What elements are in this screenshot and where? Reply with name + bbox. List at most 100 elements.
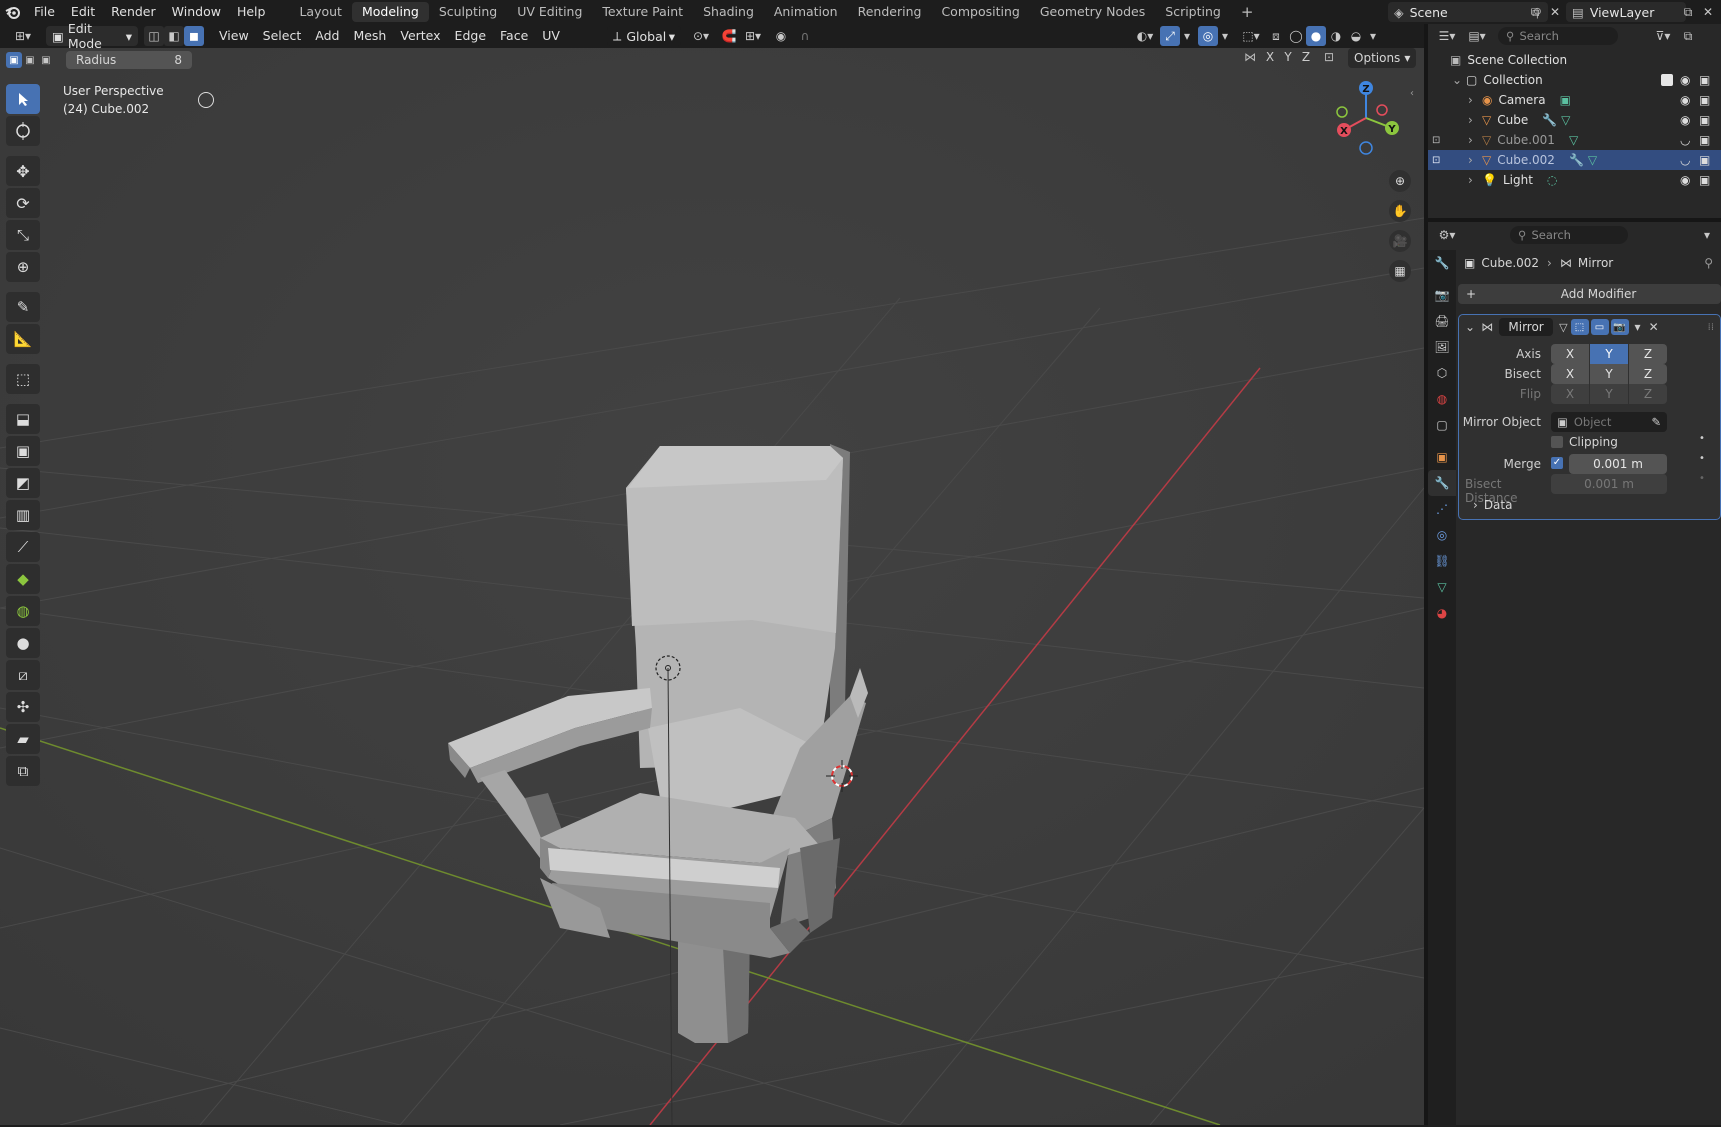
axis-x-toggle[interactable]: X (1551, 344, 1589, 364)
menu-edge[interactable]: Edge (448, 26, 493, 46)
move-tool-icon[interactable]: ✥ (6, 156, 40, 186)
solid-shading-icon[interactable]: ● (1306, 26, 1326, 46)
keyframe-dot-icon[interactable]: • (1699, 453, 1705, 464)
pin-icon[interactable]: ⚲ (1704, 256, 1713, 270)
axis-z-toggle[interactable]: Z (1629, 344, 1667, 364)
wireframe-shading-icon[interactable]: ◯ (1286, 26, 1306, 46)
close-icon[interactable]: ✕ (1649, 320, 1659, 334)
select-tool-icon[interactable] (6, 84, 40, 114)
rendered-shading-icon[interactable]: ◒ (1346, 26, 1366, 46)
outliner-item-camera[interactable]: › ◉ Camera ▣ ◉ ▣ (1428, 90, 1721, 110)
camera-render-icon[interactable]: ▣ (1699, 153, 1710, 167)
overlay-icon[interactable]: ◎ (1198, 26, 1218, 46)
measure-tool-icon[interactable]: 📐 (6, 324, 40, 354)
inset-tool-icon[interactable]: ▣ (6, 436, 40, 466)
falloff-icon[interactable]: ∩ (791, 26, 819, 46)
chevron-right-icon[interactable]: › (1468, 113, 1482, 127)
menu-mesh[interactable]: Mesh (346, 26, 393, 46)
spin-tool-icon[interactable]: ◍ (6, 596, 40, 626)
add-modifier-button[interactable]: + Add Modifier (1458, 284, 1721, 304)
chevron-right-icon[interactable]: › (1468, 133, 1482, 147)
bevel-tool-icon[interactable]: ◩ (6, 468, 40, 498)
drag-handle-icon[interactable]: ⁞⁞ (1708, 322, 1714, 333)
menu-vertex[interactable]: Vertex (393, 26, 447, 46)
menu-file[interactable]: File (26, 0, 63, 24)
smooth-tool-icon[interactable]: ● (6, 628, 40, 658)
merge-checkbox[interactable]: ✓ (1551, 457, 1563, 469)
menu-view[interactable]: View (212, 26, 256, 46)
outliner-item-cube-002[interactable]: ⊡ › ▽ Cube.002 🔧 ▽ ◡ ▣ (1428, 150, 1721, 170)
modifier-name-field[interactable]: Mirror (1499, 318, 1554, 336)
editor-type-icon[interactable]: ⊞▾ (6, 26, 40, 46)
chevron-right-icon[interactable]: › (1468, 153, 1482, 167)
flip-x-toggle[interactable]: X (1551, 384, 1589, 404)
on-cage-icon[interactable]: ▽ (1559, 321, 1567, 334)
gizmo-neg-z-icon[interactable] (1359, 141, 1373, 155)
tab-scripting[interactable]: Scripting (1155, 2, 1231, 22)
gizmo-neg-x-icon[interactable] (1376, 104, 1388, 116)
sidebar-toggle-icon[interactable]: ‹ (1410, 88, 1414, 99)
tab-uv-editing[interactable]: UV Editing (507, 2, 592, 22)
eye-icon[interactable]: ◉ (1680, 113, 1690, 127)
physics-tab-icon[interactable]: ◎ (1428, 522, 1456, 548)
annotate-tool-icon[interactable]: ✎ (6, 292, 40, 322)
options-button[interactable]: Options ▾ (1348, 48, 1417, 68)
filter-icon[interactable]: ⊽▾ (1648, 26, 1678, 46)
chevron-down-icon[interactable]: ▾ (1218, 26, 1232, 46)
bisect-y-toggle[interactable]: Y (1590, 364, 1628, 384)
tab-compositing[interactable]: Compositing (931, 2, 1029, 22)
tab-rendering[interactable]: Rendering (848, 2, 932, 22)
camera-render-icon[interactable]: ▣ (1699, 93, 1710, 107)
new-view-layer-icon[interactable]: ⧉ (1678, 2, 1698, 22)
proportional-edit-icon[interactable]: ◉ (771, 26, 791, 46)
material-shading-icon[interactable]: ◑ (1326, 26, 1346, 46)
edge-slide-tool-icon[interactable]: ⧄ (6, 660, 40, 690)
chevron-right-icon[interactable]: › (1468, 173, 1482, 187)
tab-modeling[interactable]: Modeling (351, 2, 429, 22)
rotate-tool-icon[interactable]: ⟳ (6, 188, 40, 218)
outliner-item-light[interactable]: › 💡 Light ◌ ◉ ▣ (1428, 170, 1721, 190)
bisect-x-toggle[interactable]: X (1551, 364, 1589, 384)
keyframe-dot-icon[interactable]: • (1699, 433, 1705, 444)
axis-y-toggle[interactable]: Y (1590, 344, 1628, 364)
delete-scene-icon[interactable]: ✕ (1545, 2, 1565, 22)
view-layer-selector[interactable]: ▤ ViewLayer (1566, 2, 1686, 22)
output-tab-icon[interactable]: 🖨 (1428, 308, 1456, 334)
flip-y-toggle[interactable]: Y (1590, 384, 1628, 404)
edge-select-icon[interactable]: ◧ (164, 26, 184, 46)
scale-tool-icon[interactable]: ⤡ (6, 220, 40, 250)
chevron-down-icon[interactable]: ⌄ (1465, 320, 1475, 334)
tab-animation[interactable]: Animation (764, 2, 848, 22)
world-tab-icon[interactable]: ◍ (1428, 386, 1456, 412)
display-mode-icon[interactable]: ▤▾ (1462, 26, 1492, 46)
add-cube-tool-icon[interactable]: ⬚ (6, 364, 40, 394)
data-subpanel-header[interactable]: › Data (1473, 498, 1512, 512)
pivot-icon[interactable]: ⊙▾ (687, 26, 715, 46)
particles-tab-icon[interactable]: ⋰ (1428, 496, 1456, 522)
mirror-x-toggle[interactable]: X (1262, 50, 1278, 64)
object-tab-icon[interactable]: ▣ (1428, 444, 1456, 470)
eye-closed-icon[interactable]: ◡ (1680, 133, 1690, 147)
merge-distance-field[interactable]: 0.001 m (1569, 454, 1667, 474)
view-layer-tab-icon[interactable]: 🖼 (1428, 334, 1456, 360)
properties-editor-type-icon[interactable]: ⚙▾ (1432, 225, 1462, 245)
chevron-down-icon[interactable]: ⌄ (1452, 73, 1466, 87)
transform-tool-icon[interactable]: ⊕ (6, 252, 40, 282)
new-scene-icon[interactable]: ⧉ (1525, 2, 1545, 22)
chevron-down-icon[interactable]: ▾ (1366, 26, 1380, 46)
tab-sculpting[interactable]: Sculpting (429, 2, 507, 22)
menu-window[interactable]: Window (164, 0, 229, 24)
zoom-icon[interactable]: ⊕ (1389, 170, 1411, 192)
render-tab-icon[interactable]: 📷 (1428, 282, 1456, 308)
snap-target-icon[interactable]: ⊞▾ (739, 26, 767, 46)
outliner-item-cube[interactable]: › ▽ Cube 🔧 ▽ ◉ ▣ (1428, 110, 1721, 130)
menu-uv[interactable]: UV (535, 26, 567, 46)
edit-mode-toggle-icon[interactable]: ⬚ (1570, 319, 1589, 335)
tab-geometry-nodes[interactable]: Geometry Nodes (1030, 2, 1155, 22)
auto-merge-icon[interactable]: ⊡ (1324, 50, 1334, 64)
shear-tool-icon[interactable]: ▰ (6, 724, 40, 754)
poly-build-tool-icon[interactable]: ◆ (6, 564, 40, 594)
select-subtract-icon[interactable]: ▣ (38, 52, 54, 68)
eye-icon[interactable]: ◉ (1680, 93, 1690, 107)
shrink-fatten-tool-icon[interactable]: ✣ (6, 692, 40, 722)
